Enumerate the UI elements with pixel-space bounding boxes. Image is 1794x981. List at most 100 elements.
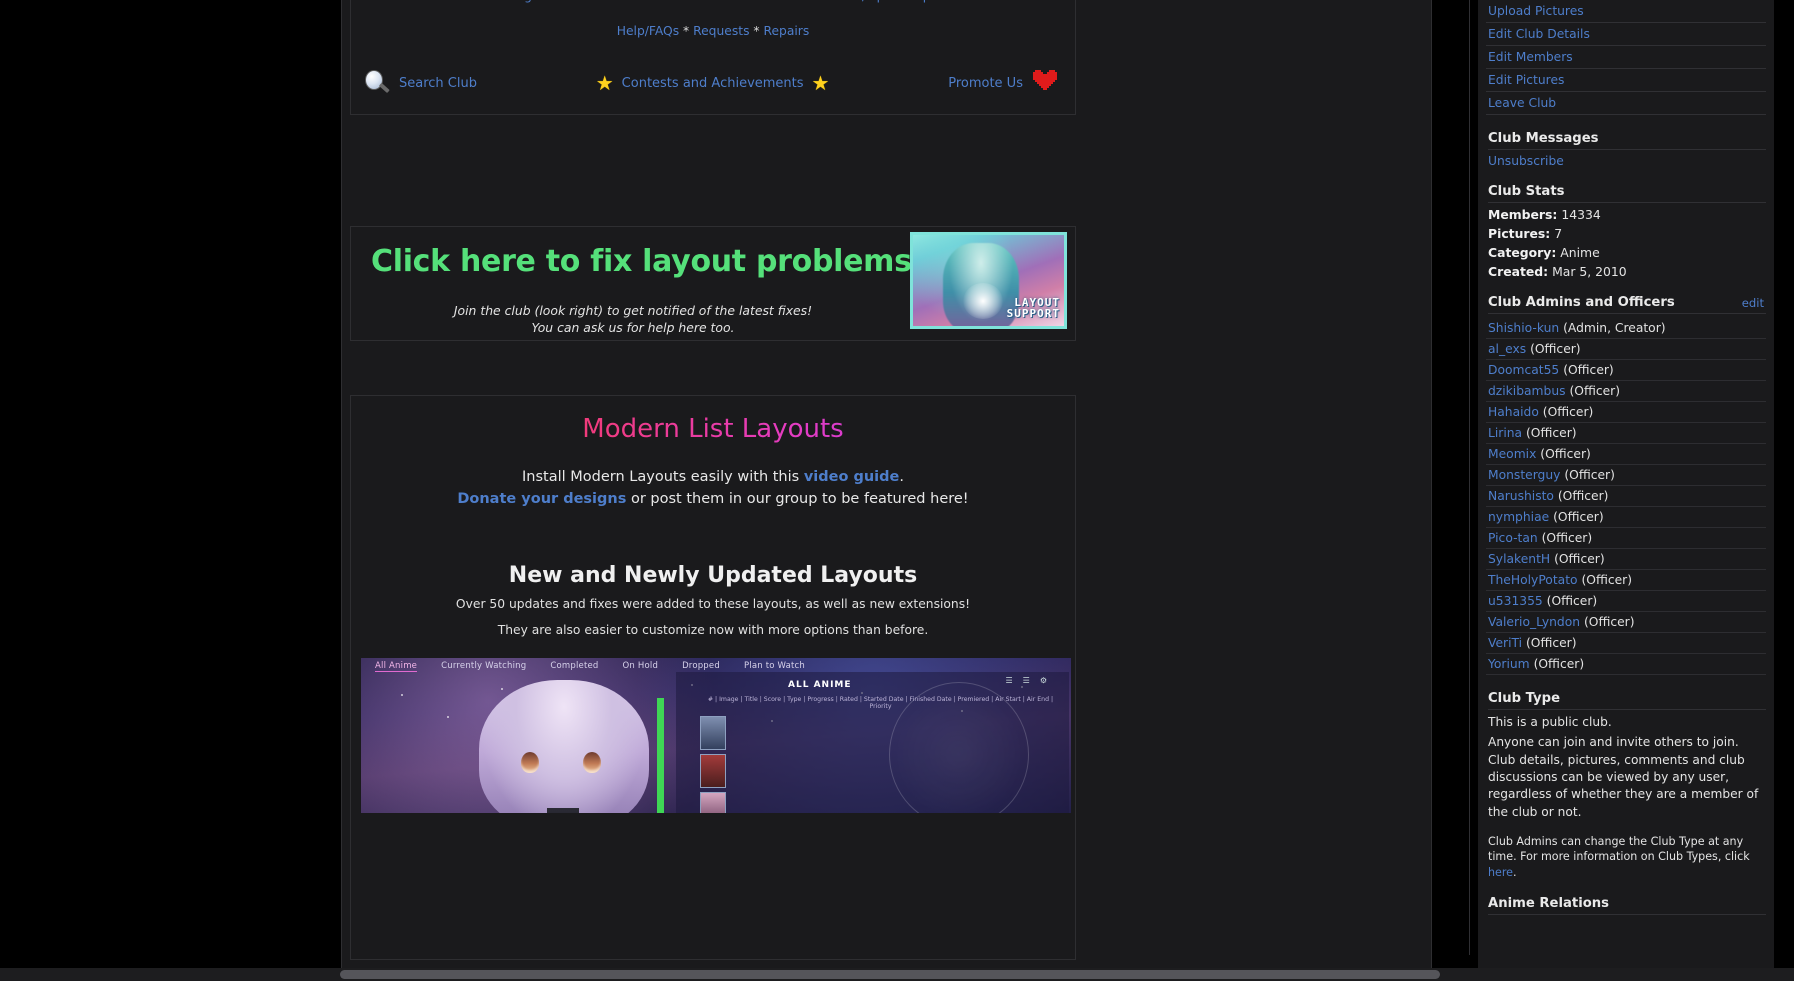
- column-divider: [1469, 0, 1470, 955]
- category-row-3: PSDs * Image Sources * Member Cards * PC…: [351, 0, 1075, 5]
- officer-role: (Officer): [1533, 657, 1585, 671]
- link-repairs[interactable]: Repairs: [763, 24, 809, 38]
- promote-group[interactable]: Promote Us: [948, 68, 1061, 98]
- officer-name[interactable]: Pico-tan: [1488, 531, 1538, 545]
- preview-column-headers: # | Image | Title | Score | Type | Progr…: [707, 695, 1054, 710]
- horizontal-scrollbar[interactable]: [0, 968, 1794, 981]
- list-item[interactable]: Meomix (Officer): [1486, 444, 1766, 465]
- list-item[interactable]: TheHolyPotato (Officer): [1486, 570, 1766, 591]
- preview-tab-plan-to-watch: Plan to Watch: [743, 661, 806, 672]
- preview-tab-dropped: Dropped: [682, 661, 720, 672]
- new-layouts-sub1: Over 50 updates and fixes were added to …: [455, 596, 971, 611]
- sidebar-item-edit-members[interactable]: Edit Members: [1486, 46, 1766, 69]
- club-shortcuts-row: Search Club ★ Contests and Achievements …: [351, 62, 1075, 102]
- preview-toolbar-icons: ☰☰⚙: [1005, 675, 1057, 685]
- list-item[interactable]: SylakentH (Officer): [1486, 549, 1766, 570]
- link-video-guide[interactable]: video guide: [804, 469, 900, 485]
- layout-support-thumbnail[interactable]: LAYOUT SUPPORT: [910, 232, 1067, 329]
- heart-icon: [1031, 68, 1061, 98]
- link-tools-tips[interactable]: Tools/Tips: [832, 0, 891, 3]
- layout-preview-screenshot[interactable]: All Anime Currently Watching Completed O…: [361, 657, 1071, 813]
- list-item[interactable]: dzikibambus (Officer): [1486, 381, 1766, 402]
- officer-name[interactable]: Shishio-kun: [1488, 321, 1559, 335]
- search-icon: [365, 70, 391, 96]
- sidebar-item-edit-club-details[interactable]: Edit Club Details: [1486, 23, 1766, 46]
- preview-list-panel: ☰☰⚙ ALL ANIME # | Image | Title | Score …: [676, 671, 1069, 813]
- link-upload-pictures[interactable]: Upload Pictures: [1488, 4, 1584, 18]
- layout-support-label: LAYOUT SUPPORT: [1007, 297, 1060, 320]
- link-requests[interactable]: Requests: [693, 24, 749, 38]
- officer-name[interactable]: Yorium: [1488, 657, 1530, 671]
- link-edit-members[interactable]: Edit Members: [1488, 50, 1573, 64]
- link-promote-us[interactable]: Promote Us: [948, 76, 1023, 91]
- officer-role: (Officer): [1581, 573, 1633, 587]
- officer-name[interactable]: al_exs: [1488, 342, 1526, 356]
- anime-relations-heading: Anime Relations: [1488, 896, 1766, 915]
- category-row-4: Help/FAQs * Requests * Repairs: [351, 23, 1075, 40]
- link-inspiration[interactable]: Inspiration: [905, 0, 970, 3]
- link-edit-pictures[interactable]: Edit Pictures: [1488, 73, 1564, 87]
- list-item[interactable]: VeriTi (Officer): [1486, 633, 1766, 654]
- officer-name[interactable]: Lirina: [1488, 426, 1522, 440]
- separator: *: [596, 0, 602, 3]
- link-search-club[interactable]: Search Club: [399, 76, 477, 91]
- list-item[interactable]: Lirina (Officer): [1486, 423, 1766, 444]
- contests-group[interactable]: ★ Contests and Achievements ★: [596, 73, 830, 93]
- donate-line-post: or post them in our group to be featured…: [626, 491, 969, 508]
- officer-name[interactable]: Meomix: [1488, 447, 1536, 461]
- club-messages-heading: Club Messages: [1488, 131, 1766, 150]
- sidebar-item-upload-pictures[interactable]: Upload Pictures: [1486, 0, 1766, 23]
- link-edit-club-details[interactable]: Edit Club Details: [1488, 27, 1590, 41]
- stat-created: Created: Mar 5, 2010: [1488, 264, 1766, 279]
- link-image-sources[interactable]: Image Sources: [501, 0, 592, 3]
- officer-name[interactable]: Doomcat55: [1488, 363, 1559, 377]
- sidebar-item-leave-club[interactable]: Leave Club: [1486, 92, 1766, 115]
- link-unsubscribe[interactable]: Unsubscribe: [1488, 154, 1564, 168]
- list-item[interactable]: Hahaido (Officer): [1486, 402, 1766, 423]
- link-pc-customization[interactable]: PC Customization: [710, 0, 818, 3]
- officer-name[interactable]: dzikibambus: [1488, 384, 1566, 398]
- link-psds[interactable]: PSDs: [456, 0, 487, 3]
- officer-name[interactable]: Hahaido: [1488, 405, 1539, 419]
- officer-name[interactable]: SylakentH: [1488, 552, 1550, 566]
- officer-name[interactable]: VeriTi: [1488, 636, 1522, 650]
- link-contests-achievements[interactable]: Contests and Achievements: [622, 76, 804, 91]
- list-item[interactable]: nymphiae (Officer): [1486, 507, 1766, 528]
- officer-name[interactable]: Monsterguy: [1488, 468, 1560, 482]
- list-item[interactable]: Pico-tan (Officer): [1486, 528, 1766, 549]
- list-item[interactable]: Shishio-kun (Admin, Creator): [1486, 318, 1766, 339]
- search-club-group[interactable]: Search Club: [365, 70, 477, 96]
- sidebar-item-edit-pictures[interactable]: Edit Pictures: [1486, 69, 1766, 92]
- fix-layout-banner[interactable]: Click here to fix layout problems! Join …: [350, 226, 1076, 341]
- officer-role: (Officer): [1525, 636, 1577, 650]
- list-item[interactable]: Doomcat55 (Officer): [1486, 360, 1766, 381]
- officer-name[interactable]: u531355: [1488, 594, 1543, 608]
- list-item[interactable]: Yorium (Officer): [1486, 654, 1766, 675]
- link-donate-your-designs[interactable]: Donate your designs: [457, 491, 626, 507]
- officer-name[interactable]: Narushisto: [1488, 489, 1554, 503]
- stat-created-value: Mar 5, 2010: [1552, 264, 1627, 279]
- officer-role: (Officer): [1541, 531, 1593, 545]
- link-member-cards[interactable]: Member Cards: [606, 0, 696, 3]
- thumbnail-glow: [963, 283, 1003, 319]
- fix-layout-subtext: Join the club (look right) to get notifi…: [363, 303, 903, 336]
- link-club-types-here[interactable]: here: [1488, 866, 1513, 879]
- unsubscribe-row[interactable]: Unsubscribe: [1488, 154, 1766, 168]
- list-item[interactable]: Monsterguy (Officer): [1486, 465, 1766, 486]
- officer-name[interactable]: Valerio_Lyndon: [1488, 615, 1580, 629]
- list-item[interactable]: u531355 (Officer): [1486, 591, 1766, 612]
- list-item[interactable]: al_exs (Officer): [1486, 339, 1766, 360]
- list-item[interactable]: Narushisto (Officer): [1486, 486, 1766, 507]
- link-edit-admins[interactable]: edit: [1742, 296, 1764, 310]
- install-line-pre: Install Modern Layouts easily with this: [522, 469, 804, 485]
- scrollbar-thumb[interactable]: [340, 970, 1440, 979]
- officer-name[interactable]: TheHolyPotato: [1488, 573, 1578, 587]
- club-stats-heading: Club Stats: [1488, 184, 1766, 203]
- preview-tab-currently-watching: Currently Watching: [441, 661, 527, 672]
- fix-layout-subtext-line1: Join the club (look right) to get notifi…: [453, 303, 813, 318]
- officer-name[interactable]: nymphiae: [1488, 510, 1549, 524]
- list-item[interactable]: Valerio_Lyndon (Officer): [1486, 612, 1766, 633]
- link-leave-club[interactable]: Leave Club: [1488, 96, 1556, 110]
- club-admins-heading-label: Club Admins and Officers: [1488, 295, 1675, 310]
- link-help-faqs[interactable]: Help/FAQs: [617, 24, 679, 38]
